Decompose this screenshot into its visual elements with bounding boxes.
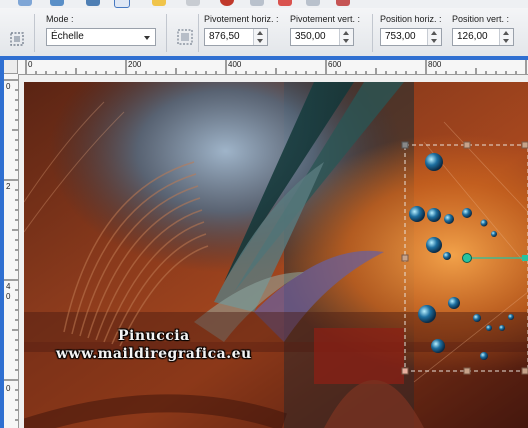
globe-tool-icon[interactable] [86,0,100,6]
pivot-reset-icon[interactable] [176,28,194,46]
record-tool-icon[interactable] [220,0,234,6]
edge-handle-bottom[interactable] [463,367,471,375]
pivot-horizontal-value: 876,50 [209,31,240,42]
vruler-label-c: 4 [6,282,11,291]
position-vertical-input[interactable]: 126,00 [452,28,514,46]
image-window: 0 200 400 600 800 0 2 4 0 0 Pinuccia www… [0,56,528,428]
frame-tool-icon[interactable] [186,0,200,6]
pivot-point-handle[interactable] [462,253,472,263]
ruler-label-800: 800 [428,60,442,69]
edge-handle-left[interactable] [401,254,409,262]
step-down-icon[interactable] [503,39,509,43]
tool-options-bar: Mode : Échelle Pivotement horiz. : 876,5… [0,8,528,57]
transform-overlay [401,141,528,375]
separator [198,14,199,52]
folder-tool-icon[interactable] [152,0,166,6]
horizontal-ruler[interactable]: 0 200 400 600 800 [18,60,528,75]
position-vertical-value: 126,00 [457,31,488,42]
pivot-vertical-label: Pivotement vert. : [290,14,361,24]
separator [372,14,373,52]
step-up-icon[interactable] [503,31,509,35]
step-up-icon[interactable] [257,31,263,35]
rotation-handle[interactable] [522,255,528,261]
grid-tool-icon[interactable] [306,0,320,6]
vruler-label-a: 0 [6,82,11,91]
edge-handle-top[interactable] [463,141,471,149]
image-tool-icon[interactable] [336,0,350,6]
step-down-icon[interactable] [431,39,437,43]
paint-app-window: Mode : Échelle Pivotement horiz. : 876,5… [0,0,528,428]
position-horizontal-stepper[interactable] [427,29,441,45]
vruler-label-d: 0 [6,292,11,301]
pick-tool-icon[interactable] [114,0,130,8]
swap-tool-icon[interactable] [250,0,264,6]
mode-select[interactable]: Échelle [46,28,156,46]
pivot-vertical-value: 350,00 [295,31,326,42]
pivot-horizontal-input[interactable]: 876,50 [204,28,268,46]
vertical-ruler-ticks [4,79,18,421]
move-tool-icon[interactable] [18,0,32,6]
ruler-corner [4,60,18,74]
corner-handle-top-right[interactable] [521,141,528,149]
transform-handle-icon[interactable] [8,30,26,48]
vruler-label-e: 0 [6,384,11,393]
corner-handle-bottom-right[interactable] [521,367,528,375]
step-up-icon[interactable] [431,31,437,35]
position-horizontal-input[interactable]: 753,00 [380,28,442,46]
step-down-icon[interactable] [257,39,263,43]
pivot-horizontal-stepper[interactable] [253,29,267,45]
position-horizontal-label: Position horiz. : [380,14,442,24]
top-icon-strip [0,0,528,8]
corner-handle-bottom-left[interactable] [401,367,409,375]
position-vertical-stepper[interactable] [499,29,513,45]
ruler-label-0: 0 [28,60,33,69]
artwork-canvas[interactable]: Pinuccia www.maildiregrafica.eu [24,82,528,428]
pivot-vertical-input[interactable]: 350,00 [290,28,354,46]
vertical-ruler[interactable]: 0 2 4 0 0 [4,74,19,428]
pivot-vertical-stepper[interactable] [339,29,353,45]
vruler-label-b: 2 [6,182,11,191]
horizontal-ruler-ticks [25,60,527,74]
position-vertical-label: Position vert. : [452,14,510,24]
chevron-down-icon [144,36,150,40]
ruler-label-600: 600 [328,60,342,69]
step-up-icon[interactable] [343,31,349,35]
position-horizontal-value: 753,00 [385,31,416,42]
layer-tool-icon[interactable] [50,0,64,6]
image-viewport: 0 200 400 600 800 0 2 4 0 0 Pinuccia www… [4,60,528,428]
pivot-horizontal-label: Pivotement horiz. : [204,14,279,24]
ruler-label-200: 200 [128,60,142,69]
separator [34,14,35,52]
step-down-icon[interactable] [343,39,349,43]
ruler-label-400: 400 [228,60,242,69]
separator [166,14,167,52]
corner-handle-top-left[interactable] [401,141,409,149]
mode-label: Mode : [46,14,74,24]
scissors-tool-icon[interactable] [278,0,292,6]
mode-select-value: Échelle [51,31,84,42]
